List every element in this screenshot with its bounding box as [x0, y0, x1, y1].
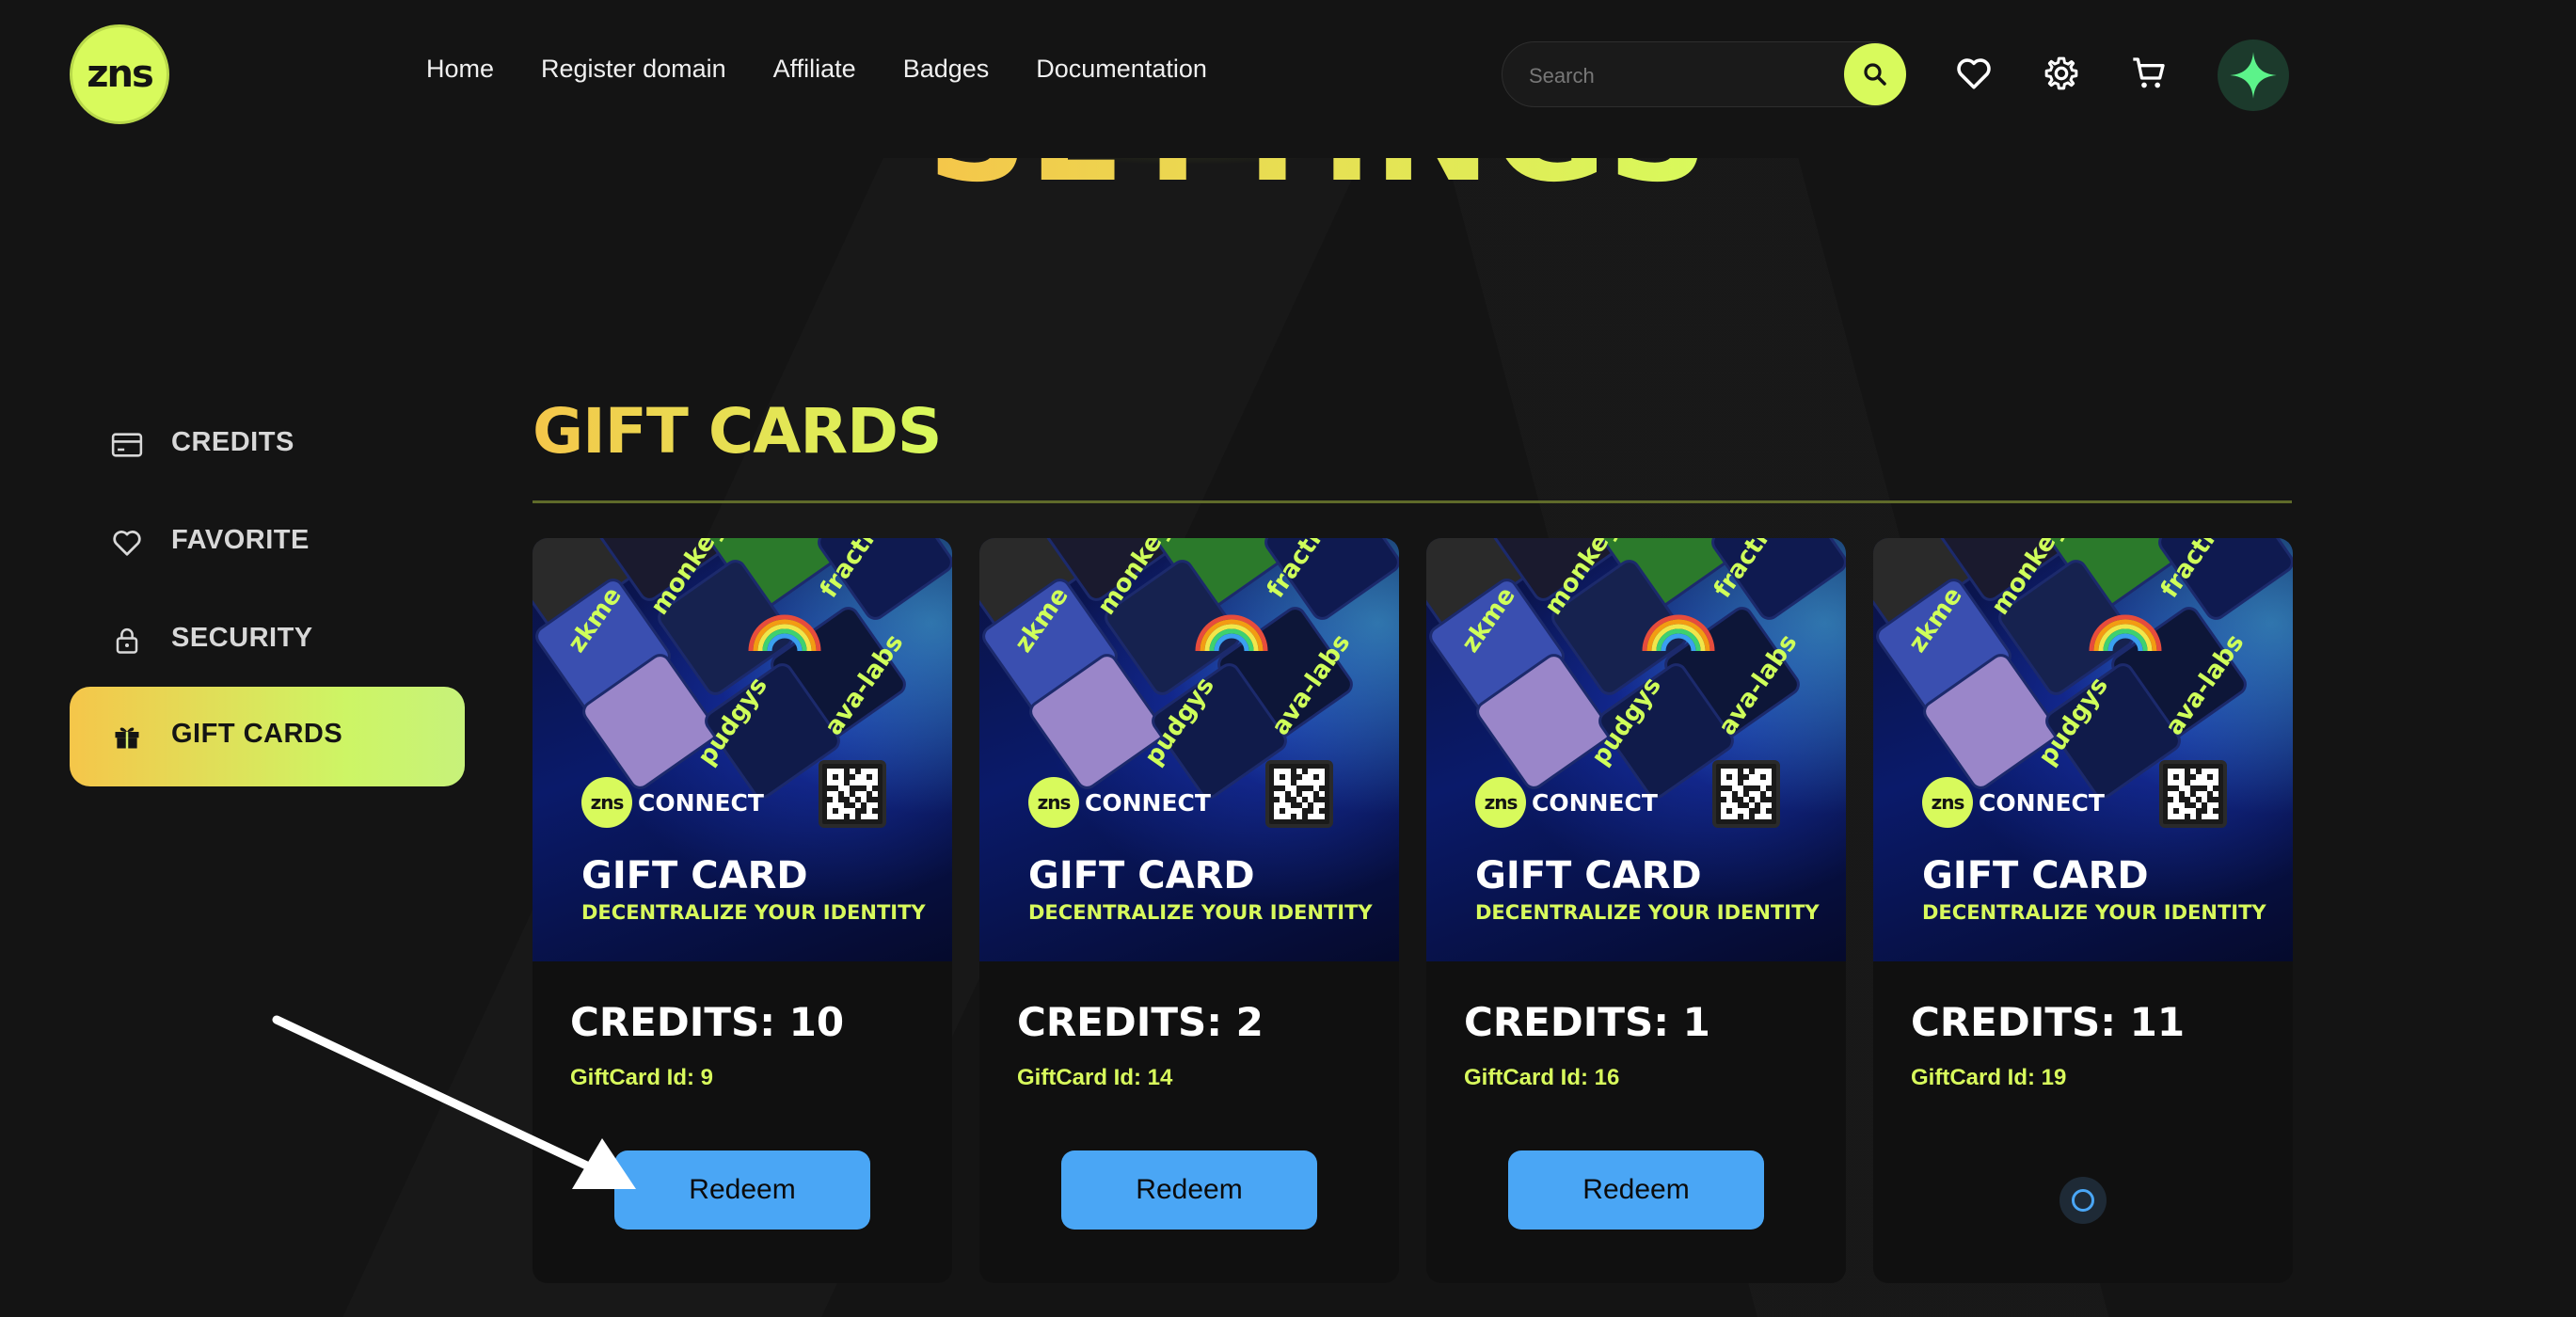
zns-mini-logo: zns: [1475, 777, 1526, 828]
gift-card: zkme monkey fraction pudgys ava-labs zns CONNE…: [979, 538, 1399, 1283]
rainbow-icon: [2089, 614, 2162, 652]
pointer-arrow-annotation: [272, 1015, 636, 1189]
sidebar-item-label: GIFT CARDS: [171, 719, 343, 749]
zns-connect-brand: zns CONNECT: [1475, 777, 1658, 828]
spinner-ring: [2072, 1189, 2094, 1212]
gift-card-image: zkme monkey fraction pudgys ava-labs zns CONNE…: [979, 538, 1399, 961]
nav-documentation[interactable]: Documentation: [1036, 55, 1207, 84]
sidebar-item-security[interactable]: SECURITY: [70, 591, 465, 690]
nav-badges[interactable]: Badges: [903, 55, 990, 84]
zns-connect-brand: zns CONNECT: [581, 777, 764, 828]
main-nav: Home Register domain Affiliate Badges Do…: [426, 55, 1207, 84]
gift-card-art-title: GIFT CARD: [1922, 854, 2149, 897]
gift-card-art-title: GIFT CARD: [581, 854, 808, 897]
zns-mini-logo: zns: [581, 777, 632, 828]
gift-card-id: GiftCard Id: 16: [1464, 1065, 1620, 1090]
sidebar-item-label: SECURITY: [171, 623, 313, 653]
gift-card-art-subtitle: DECENTRALIZE YOUR IDENTITY: [1475, 901, 1820, 924]
favorites-button[interactable]: [1955, 55, 1993, 92]
search-icon: [1864, 63, 1886, 86]
gift-card-art-subtitle: DECENTRALIZE YOUR IDENTITY: [1028, 901, 1373, 924]
search-button[interactable]: [1844, 43, 1906, 105]
gift-card-art-subtitle: DECENTRALIZE YOUR IDENTITY: [581, 901, 926, 924]
connect-label: CONNECT: [1532, 788, 1658, 817]
gift-card-art-title: GIFT CARD: [1028, 854, 1255, 897]
gift-card-image: zkme monkey fraction pudgys ava-labs zns CONNE…: [1873, 538, 2293, 961]
cart-icon: [2133, 57, 2165, 88]
gift-card: zkme monkey fraction pudgys ava-labs zns CONNE…: [1873, 538, 2293, 1283]
connect-label: CONNECT: [638, 788, 764, 817]
nav-affiliate[interactable]: Affiliate: [773, 55, 856, 84]
rainbow-icon: [748, 614, 821, 652]
gift-card-art-subtitle: DECENTRALIZE YOUR IDENTITY: [1922, 901, 2266, 924]
qr-code-icon: [2159, 760, 2227, 828]
gift-icon: [115, 727, 139, 749]
top-header: zns Home Register domain Affiliate Badge…: [0, 0, 2576, 149]
qr-code-icon: [819, 760, 886, 828]
lock-icon: [116, 627, 138, 654]
qr-code-icon: [1712, 760, 1780, 828]
section-title: GIFT CARDS: [533, 395, 942, 468]
section-divider: [533, 500, 2292, 503]
settings-button[interactable]: [2043, 55, 2080, 92]
zns-logo[interactable]: zns: [70, 24, 169, 124]
gift-card-credits: CREDITS: 11: [1911, 999, 2186, 1045]
gift-card-credits: CREDITS: 2: [1017, 999, 1264, 1045]
zns-mini-logo: zns: [1922, 777, 1973, 828]
nav-home[interactable]: Home: [426, 55, 494, 84]
connect-label: CONNECT: [1979, 788, 2105, 817]
gift-card-image: zkme monkey fraction pudgys ava-labs zns CONNE…: [533, 538, 952, 961]
zns-mini-logo: zns: [1028, 777, 1079, 828]
sparkle-avatar-icon: [2230, 52, 2277, 99]
cart-button[interactable]: [2130, 55, 2168, 92]
gift-card-id: GiftCard Id: 19: [1911, 1065, 2067, 1090]
sidebar-item-favorite[interactable]: FAVORITE: [70, 493, 465, 593]
gift-card-credits: CREDITS: 1: [1464, 999, 1710, 1045]
rainbow-icon: [1642, 614, 1715, 652]
sidebar-item-label: FAVORITE: [171, 525, 310, 555]
zns-connect-brand: zns CONNECT: [1922, 777, 2105, 828]
gift-card-image: zkme monkey fraction pudgys ava-labs zns CONNE…: [1426, 538, 1846, 961]
gift-card: zkme monkey fraction pudgys ava-labs zns CONNE…: [1426, 538, 1846, 1283]
rainbow-icon: [1195, 614, 1268, 652]
loading-spinner-icon: [2059, 1177, 2107, 1224]
search-input[interactable]: [1527, 59, 1832, 93]
nav-register-domain[interactable]: Register domain: [541, 55, 726, 84]
redeem-button[interactable]: Redeem: [1508, 1150, 1764, 1230]
connect-label: CONNECT: [1085, 788, 1211, 817]
heart-icon: [113, 531, 141, 556]
sidebar-item-credits[interactable]: CREDITS: [70, 395, 465, 495]
credit-card-icon: [111, 433, 143, 457]
sidebar-item-gift-cards[interactable]: GIFT CARDS: [70, 687, 465, 786]
gear-icon: [2044, 56, 2078, 90]
sidebar-item-label: CREDITS: [171, 427, 294, 457]
gift-card-art-title: GIFT CARD: [1475, 854, 1702, 897]
qr-code-icon: [1265, 760, 1333, 828]
gift-card-id: GiftCard Id: 14: [1017, 1065, 1173, 1090]
zns-connect-brand: zns CONNECT: [1028, 777, 1211, 828]
redeem-button[interactable]: Redeem: [1061, 1150, 1317, 1230]
heart-icon: [1957, 58, 1991, 89]
user-avatar[interactable]: [2218, 40, 2289, 111]
